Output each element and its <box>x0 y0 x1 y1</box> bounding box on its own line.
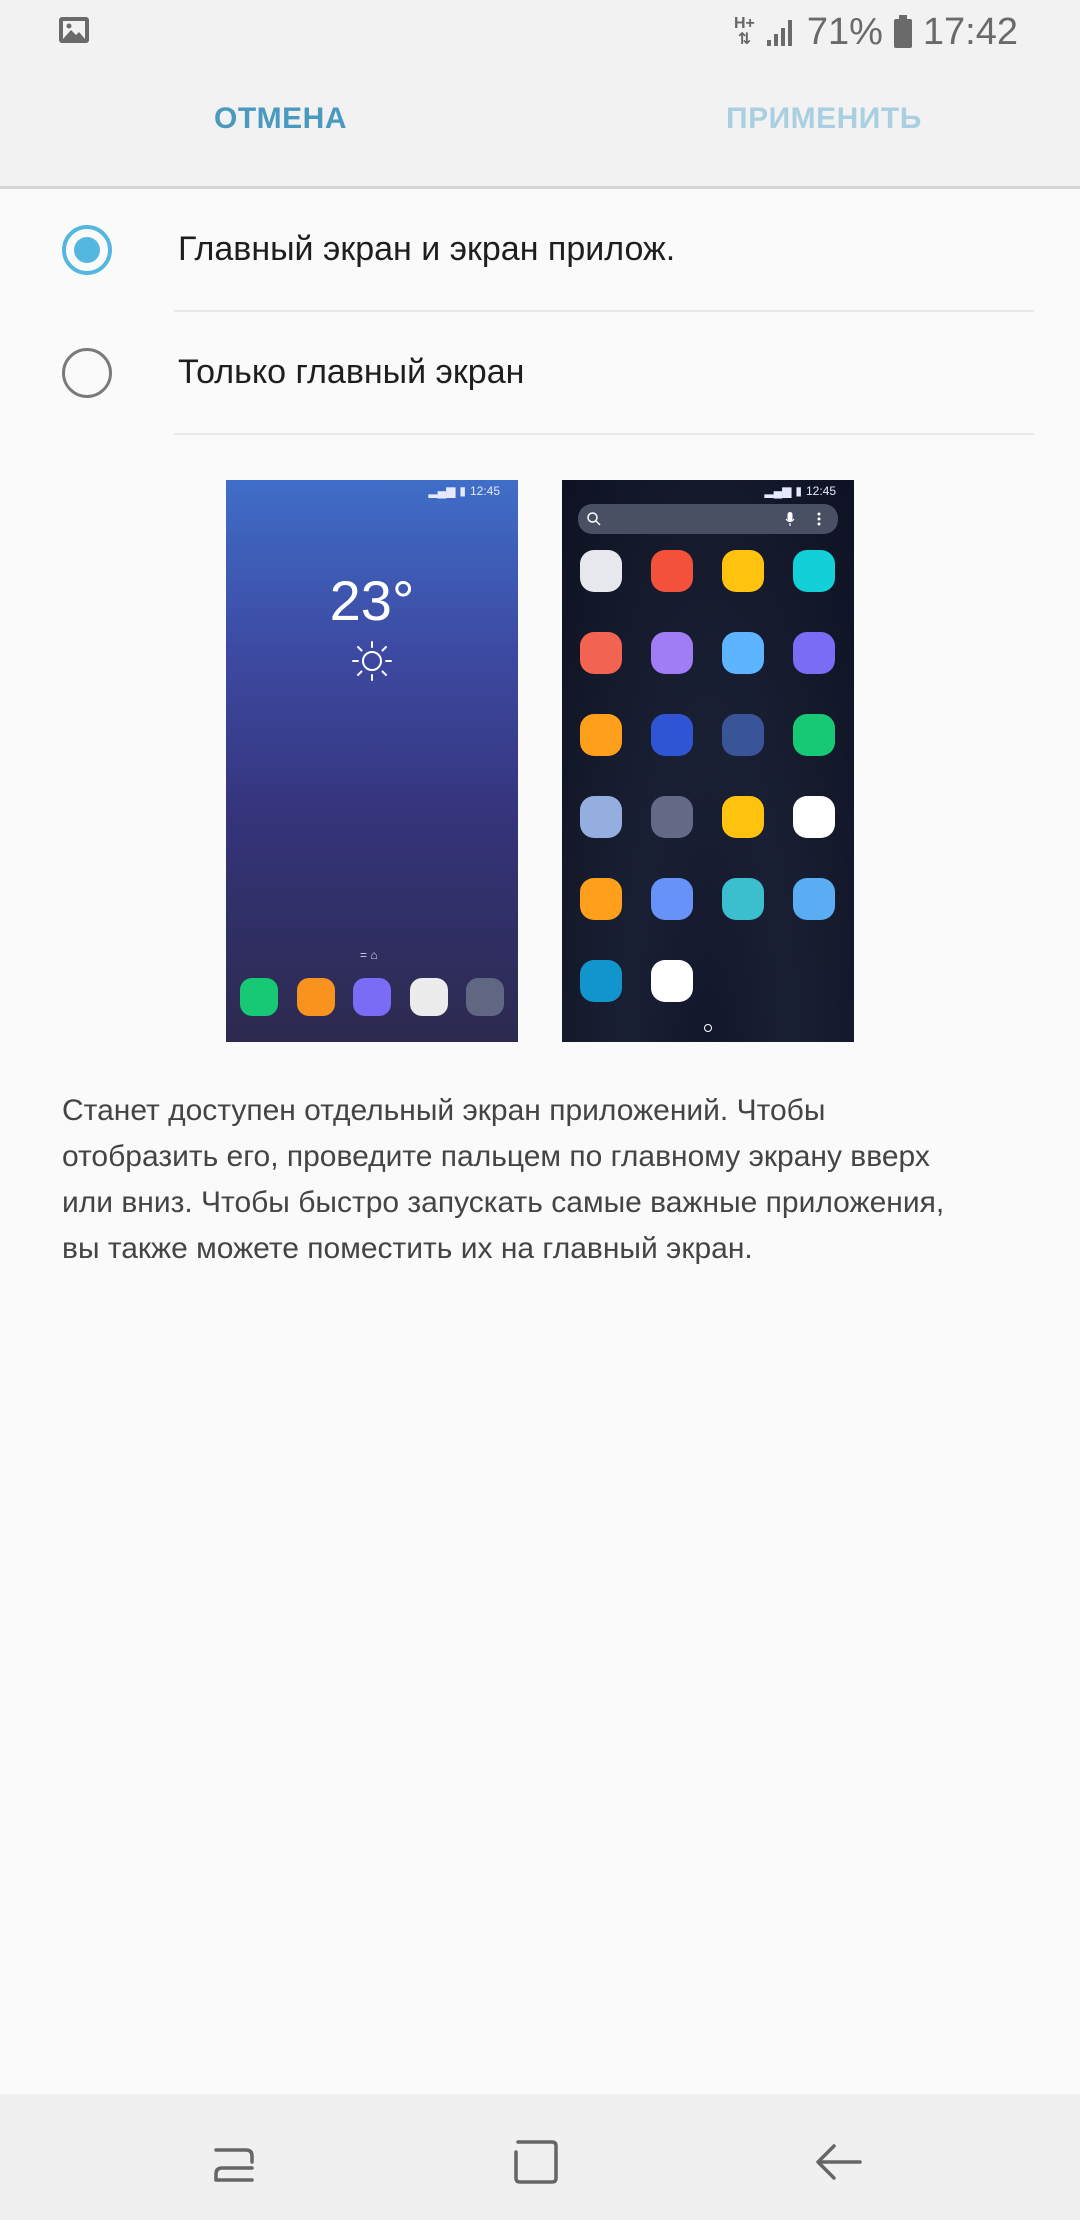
data-arrows-icon: ⇅ <box>737 31 752 48</box>
home-icon[interactable] <box>506 2132 566 2192</box>
grid-app-icon <box>722 878 764 920</box>
gallery-icon <box>59 17 89 43</box>
back-icon[interactable] <box>810 2132 870 2192</box>
mini-clock: 12:45 <box>805 484 836 498</box>
option-label: Главный экран и экран прилож. <box>178 230 676 268</box>
grid-app-icon <box>722 796 764 838</box>
page-indicator: = ⌂ <box>360 948 378 962</box>
dock-app-icon <box>296 978 335 1016</box>
signal-icon <box>766 20 792 46</box>
grid-app-icon <box>651 714 693 756</box>
radio-button-selected[interactable] <box>62 225 112 275</box>
radio-button-unselected[interactable] <box>62 348 112 398</box>
dock-app-icon <box>240 978 278 1016</box>
recent-apps-icon[interactable] <box>206 2132 266 2192</box>
divider <box>174 310 1034 312</box>
action-bar: ОТМЕНА ПРИМЕНИТЬ <box>0 64 1080 189</box>
grid-app-icon <box>580 714 622 756</box>
grid-app-icon <box>722 632 764 674</box>
network-type: H+ <box>733 15 755 32</box>
status-right: H+ ⇅ 71% 17:42 <box>734 8 1018 56</box>
divider <box>174 433 1034 435</box>
mini-signal-icon: ▂▄▆ <box>428 484 456 498</box>
grid-app-icon <box>793 632 835 674</box>
grid-app-icon <box>722 550 764 592</box>
network-type-indicator: H+ ⇅ <box>734 16 755 48</box>
battery-percent: 71% <box>806 10 883 53</box>
grid-app-icon <box>651 796 693 838</box>
dock <box>240 978 504 1016</box>
grid-app-icon <box>793 878 835 920</box>
grid-app-icon <box>793 796 835 838</box>
app-grid <box>580 550 840 1002</box>
home-screen-preview: ▂▄▆ ▮ 12:45 23° = ⌂ <box>226 480 518 1042</box>
battery-icon <box>893 15 912 48</box>
mini-status-bar: ▂▄▆ ▮ 12:45 <box>764 484 836 498</box>
sun-icon <box>352 641 392 681</box>
grid-app-icon <box>580 960 622 1002</box>
mini-signal-icon: ▂▄▆ <box>764 484 792 498</box>
description-text: Станет доступен отдельный экран приложен… <box>62 1094 945 1265</box>
mini-battery-icon: ▮ <box>795 484 802 498</box>
mini-battery-icon: ▮ <box>459 484 466 498</box>
grid-app-icon <box>793 714 835 756</box>
option-label: Только главный экран <box>178 353 525 391</box>
grid-app-icon <box>651 960 693 1002</box>
clock: 17:42 <box>922 10 1018 53</box>
grid-app-icon <box>722 714 764 756</box>
option-home-only[interactable]: Только главный экран <box>0 313 1080 435</box>
dock-app-icon <box>353 978 391 1016</box>
search-icon <box>587 512 601 526</box>
grid-app-icon <box>580 550 622 592</box>
cancel-button[interactable]: ОТМЕНА <box>214 102 347 136</box>
dock-app-icon <box>409 978 448 1016</box>
grid-app-icon <box>651 632 693 674</box>
option-home-and-apps[interactable]: Главный экран и экран прилож. <box>0 190 1080 312</box>
status-bar: H+ ⇅ 71% 17:42 <box>0 0 1080 64</box>
grid-app-icon <box>793 550 835 592</box>
more-options-icon <box>817 512 821 526</box>
grid-app-icon <box>580 796 622 838</box>
mini-clock: 12:45 <box>469 484 500 498</box>
grid-app-icon <box>580 878 622 920</box>
grid-app-icon <box>651 550 693 592</box>
mini-status-bar: ▂▄▆ ▮ 12:45 <box>428 484 500 498</box>
weather-temperature: 23° <box>329 569 415 632</box>
page-indicator <box>704 1024 712 1032</box>
grid-app-icon <box>651 878 693 920</box>
dock-app-icon <box>466 978 504 1016</box>
apply-button[interactable]: ПРИМЕНИТЬ <box>726 102 922 136</box>
apps-screen-preview: ▂▄▆ ▮ 12:45 <box>562 480 854 1042</box>
finder-search-bar <box>578 504 838 534</box>
grid-app-icon <box>580 632 622 674</box>
microphone-icon <box>785 512 795 526</box>
navigation-bar <box>0 2094 1080 2220</box>
